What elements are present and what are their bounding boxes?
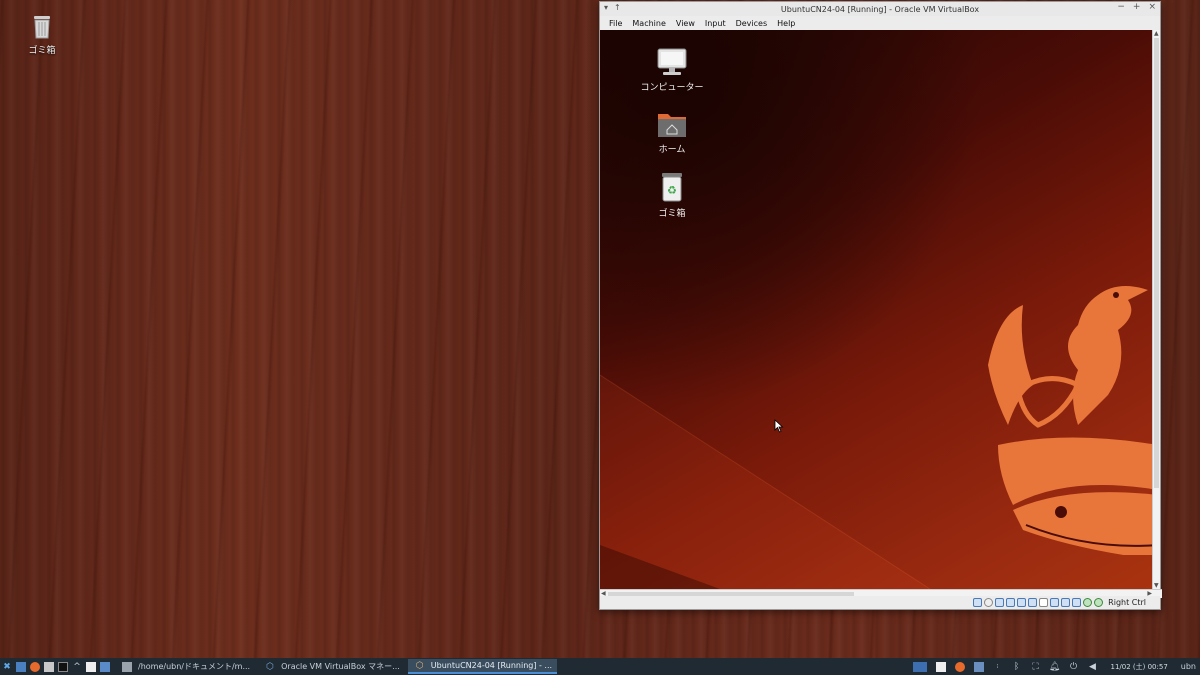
- host-key-label[interactable]: Right Ctrl: [1108, 598, 1146, 607]
- app-menu-icon[interactable]: ✖: [2, 662, 12, 672]
- expand-arrow-icon[interactable]: ^: [72, 662, 82, 672]
- task-label: /home/ubn/ドキュメント/m...: [138, 662, 251, 671]
- minimize-icon[interactable]: −: [1117, 2, 1125, 12]
- vertical-scrollbar[interactable]: ▲ ▼: [1152, 30, 1160, 589]
- volume-icon[interactable]: ◀: [1088, 662, 1098, 672]
- menu-machine[interactable]: Machine: [627, 19, 671, 28]
- workspace-firefox-icon[interactable]: [954, 661, 965, 672]
- file-manager-icon[interactable]: [44, 661, 54, 672]
- network-tray-icon[interactable]: ⛶: [1031, 662, 1041, 672]
- optical-drive-icon[interactable]: [984, 598, 994, 607]
- network-icon[interactable]: [1006, 598, 1016, 607]
- status-bar: Right Ctrl: [600, 596, 1160, 609]
- window-title: UbuntuCN24-04 [Running] - Oracle VM Virt…: [780, 4, 980, 14]
- user-name[interactable]: ubn: [1181, 662, 1196, 671]
- cpu-icon[interactable]: [1072, 598, 1082, 607]
- video-capture-icon[interactable]: [1050, 598, 1060, 607]
- trash-icon: ♻: [660, 172, 684, 202]
- home-folder-icon: [657, 110, 687, 138]
- desktop-trash[interactable]: ゴミ箱: [12, 14, 72, 56]
- svg-text:♻: ♻: [667, 184, 677, 197]
- clock[interactable]: 11/02 (土) 00:57: [1111, 662, 1168, 672]
- guest-display[interactable]: コンピューター ホーム ♻ ゴミ箱: [600, 30, 1153, 589]
- close-icon[interactable]: ×: [1148, 2, 1156, 12]
- guest-computer-label: コンピューター: [640, 83, 704, 93]
- guest-home-label: ホーム: [658, 145, 686, 155]
- guest-additions-icon[interactable]: [1083, 598, 1093, 607]
- guest-home[interactable]: ホーム: [632, 110, 712, 155]
- window-menu-icon[interactable]: ▾: [604, 3, 608, 12]
- menu-help[interactable]: Help: [772, 19, 800, 28]
- menu-bar: File Machine View Input Devices Help: [600, 16, 1160, 30]
- guest-trash-label: ゴミ箱: [658, 209, 686, 219]
- maximize-icon[interactable]: +: [1133, 2, 1141, 12]
- title-bar[interactable]: ▾ ↑ UbuntuCN24-04 [Running] - Oracle VM …: [600, 2, 1160, 16]
- computer-icon: [657, 48, 687, 76]
- workspace-virtualbox-icon[interactable]: [973, 661, 984, 672]
- virtualbox-icon: ⬡: [266, 661, 275, 672]
- virtualization-icon[interactable]: [1061, 598, 1071, 607]
- terminal-icon[interactable]: [58, 661, 68, 672]
- guest-trash[interactable]: ♻ ゴミ箱: [632, 172, 712, 219]
- desktop-trash-label: ゴミ箱: [28, 46, 56, 56]
- task-label: Oracle VM VirtualBox マネー...: [281, 662, 400, 671]
- scroll-down-icon[interactable]: ▼: [1154, 582, 1159, 589]
- trash-icon: [31, 14, 53, 40]
- workspace-switcher-icon[interactable]: [912, 661, 927, 672]
- ubuntu-mascot-logo: [988, 286, 1153, 555]
- virtualbox-vm-icon: ⬡: [415, 660, 424, 671]
- system-tray: ⁝ ᛒ ⛶ 🔔︎ ⏻ ◀ 11/02 (土) 00:57 ubn: [911, 661, 1200, 672]
- folder-icon: [122, 661, 132, 672]
- tray-dot-icon[interactable]: ⁝: [993, 662, 1003, 672]
- task-label: UbuntuCN24-04 [Running] - ...: [430, 661, 553, 670]
- task-virtualbox-manager[interactable]: ⬡ Oracle VM VirtualBox マネー...: [258, 659, 405, 674]
- task-vm-window[interactable]: ⬡ UbuntuCN24-04 [Running] - ...: [407, 659, 558, 674]
- menu-devices[interactable]: Devices: [731, 19, 773, 28]
- vertical-scroll-thumb[interactable]: [1154, 38, 1159, 488]
- menu-input[interactable]: Input: [700, 19, 731, 28]
- power-icon[interactable]: ⏻: [1069, 662, 1079, 672]
- guest-computer[interactable]: コンピューター: [632, 48, 712, 93]
- task-file-manager[interactable]: /home/ubn/ドキュメント/m...: [115, 659, 255, 674]
- mouse-cursor-icon: [774, 419, 784, 433]
- virtualbox-window[interactable]: ▾ ↑ UbuntuCN24-04 [Running] - Oracle VM …: [599, 1, 1162, 610]
- menu-file[interactable]: File: [604, 19, 627, 28]
- bluetooth-icon[interactable]: ᛒ: [1012, 662, 1022, 672]
- hard-disk-icon[interactable]: [973, 598, 983, 607]
- workspace-editor-icon[interactable]: [935, 661, 946, 672]
- display-icon[interactable]: [1039, 598, 1049, 607]
- editor-icon[interactable]: [86, 661, 96, 672]
- menu-view[interactable]: View: [671, 19, 700, 28]
- shared-folders-icon[interactable]: [1028, 598, 1038, 607]
- notification-icon[interactable]: 🔔︎: [1049, 662, 1060, 672]
- scroll-up-icon[interactable]: ▲: [1154, 30, 1159, 37]
- monitor-icon[interactable]: [100, 661, 110, 672]
- pin-icon[interactable]: ↑: [614, 3, 621, 12]
- audio-icon[interactable]: [995, 598, 1005, 607]
- taskbar: ✖ ^ /home/ubn/ドキュメント/m... ⬡ Oracle VM Vi…: [0, 658, 1200, 675]
- show-desktop-icon[interactable]: [16, 661, 26, 672]
- firefox-icon[interactable]: [30, 661, 40, 672]
- usb-icon[interactable]: [1017, 598, 1027, 607]
- mouse-integration-icon[interactable]: [1094, 598, 1104, 607]
